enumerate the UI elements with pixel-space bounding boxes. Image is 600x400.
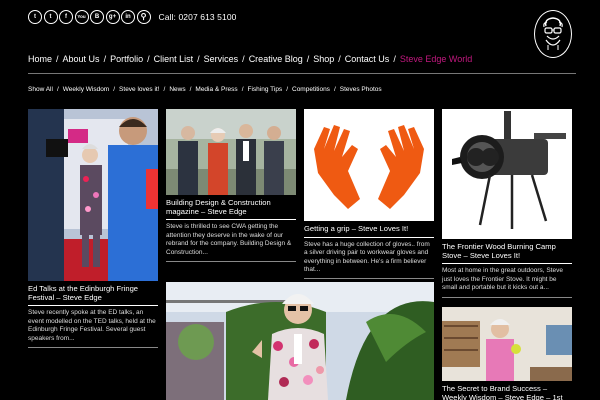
filter-separator: / (56, 86, 59, 93)
filter-show-all[interactable]: Show All (28, 86, 53, 93)
facebook-icon[interactable]: f (59, 10, 73, 24)
post-title[interactable]: Getting a grip – Steve Loves It! (304, 224, 434, 234)
post-card[interactable]: Getting a grip – Steve Loves It! Steve h… (304, 109, 434, 280)
nav-contact-us[interactable]: Contact Us (345, 54, 390, 64)
twitter-icon[interactable]: t (28, 10, 42, 24)
linkedin-icon[interactable]: in (121, 10, 135, 24)
filter-steves-photos[interactable]: Steves Photos (340, 86, 382, 93)
blog-icon[interactable]: B (90, 10, 104, 24)
filter-competitions[interactable]: Competitions (292, 86, 330, 93)
filter-separator: / (333, 86, 336, 93)
post-title[interactable]: The Frontier Wood Burning Camp Stove – S… (442, 242, 572, 260)
post-image[interactable] (28, 109, 158, 281)
post-title[interactable]: Ed Talks at the Edinburgh Fringe Festiva… (28, 284, 158, 302)
nav-separator: / (103, 54, 107, 64)
post-image[interactable] (442, 109, 572, 239)
post-excerpt: Steve recently spoke at the ED talks, an… (28, 309, 156, 342)
top-bar: t t f You B g+ in ⚲ Call: 0207 613 5100 (28, 9, 237, 25)
nav-separator: / (147, 54, 150, 64)
nav-home[interactable]: Home (28, 54, 52, 64)
filter-separator: / (286, 86, 288, 93)
logo-face-icon (543, 17, 563, 50)
nav-separator: / (56, 54, 59, 64)
nav-steve-edge-world[interactable]: Steve Edge World (400, 54, 472, 64)
filter-news[interactable]: News (169, 86, 185, 93)
google-plus-icon[interactable]: g+ (105, 10, 120, 24)
post-image[interactable] (166, 282, 434, 400)
nav-separator: / (242, 54, 245, 64)
filter-separator: / (241, 86, 244, 93)
post-card[interactable]: Ed Talks at the Edinburgh Fringe Festiva… (28, 109, 158, 349)
nav-separator: / (338, 54, 341, 64)
category-filter: Show All / Weekly Wisdom / Steve loves it!… (28, 86, 382, 93)
nav-divider (28, 73, 576, 74)
phone-number: Call: 0207 613 5100 (158, 12, 237, 22)
post-card[interactable] (166, 282, 434, 400)
nav-shop[interactable]: Shop (313, 54, 334, 64)
filter-separator: / (189, 86, 192, 93)
post-image[interactable] (304, 109, 434, 221)
title-rule (28, 305, 158, 307)
nav-creative-blog[interactable]: Creative Blog (249, 54, 303, 64)
card-divider (442, 296, 572, 298)
card-divider (166, 261, 296, 263)
post-title[interactable]: The Secret to Brand Success – Weekly Wis… (442, 384, 572, 400)
card-divider (304, 278, 434, 280)
nav-portfolio[interactable]: Portfolio (110, 54, 143, 64)
post-image[interactable] (166, 109, 296, 195)
youtube-icon[interactable]: You (74, 10, 89, 24)
nav-about-us[interactable]: About Us (63, 54, 100, 64)
main-nav: Home / About Us / Portfolio / Client List / … (28, 54, 472, 64)
nav-separator: / (306, 54, 310, 64)
filter-separator: / (163, 86, 166, 93)
post-excerpt: Most at home in the great outdoors, Stev… (442, 267, 564, 292)
nav-separator: / (197, 54, 200, 64)
filter-weekly-wisdom[interactable]: Weekly Wisdom (63, 86, 109, 93)
filter-steve-loves-it[interactable]: Steve loves it! (119, 86, 159, 93)
post-excerpt: Steve has a huge collection of gloves.. … (304, 240, 430, 274)
social-links: t t f You B g+ in ⚲ (28, 10, 151, 24)
post-card[interactable]: The Secret to Brand Success – Weekly Wis… (442, 307, 572, 400)
filter-media-press[interactable]: Media & Press (195, 86, 237, 93)
twitter-alt-icon[interactable]: t (43, 10, 58, 24)
post-title[interactable]: Building Design & Construction magazine … (166, 198, 296, 216)
card-divider (28, 347, 158, 349)
nav-services[interactable]: Services (204, 54, 239, 64)
post-card[interactable]: The Frontier Wood Burning Camp Stove – S… (442, 109, 572, 298)
title-rule (304, 236, 434, 238)
search-icon[interactable]: ⚲ (136, 10, 151, 24)
post-image[interactable] (442, 307, 572, 381)
filter-fishing-tips[interactable]: Fishing Tips (248, 86, 283, 93)
filter-separator: / (113, 86, 116, 93)
steve-edge-logo[interactable] (534, 10, 572, 58)
title-rule (166, 219, 296, 221)
post-card[interactable]: Building Design & Construction magazine … (166, 109, 296, 263)
post-excerpt: Steve is thrilled to see CWA getting the… (166, 223, 292, 256)
nav-client-list[interactable]: Client List (154, 54, 194, 64)
title-rule (442, 263, 572, 265)
nav-separator: / (393, 54, 396, 64)
